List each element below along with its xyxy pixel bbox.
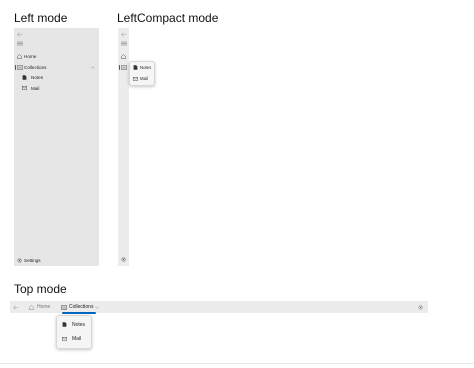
back-arrow-icon[interactable] (120, 30, 128, 38)
nav-item-collections[interactable]: Collections (14, 63, 99, 71)
collections-icon (60, 303, 67, 311)
top-nav-item-home[interactable]: Home (27, 301, 55, 313)
home-icon (16, 52, 23, 60)
nav-item-settings-label: Settings (24, 257, 41, 263)
collections-dropdown-menu: Notes Mail (56, 315, 92, 349)
selection-indicator (62, 312, 96, 314)
nav-item-collections-label: Collections (24, 64, 47, 70)
gear-icon[interactable] (120, 255, 128, 263)
flyout-item-notes-label: Notes (140, 65, 152, 70)
mail-icon (21, 84, 28, 92)
note-icon (61, 321, 68, 328)
collections-icon[interactable] (120, 63, 128, 71)
dropdown-item-mail[interactable]: Mail (57, 333, 91, 344)
gear-icon[interactable] (416, 303, 424, 311)
note-icon (21, 73, 28, 81)
dropdown-item-notes[interactable]: Notes (57, 319, 91, 330)
top-nav-item-home-label: Home (37, 304, 51, 311)
dropdown-item-notes-label: Notes (72, 321, 86, 328)
chevron-down-icon (94, 304, 100, 310)
left-mode-title: Left mode (14, 11, 68, 25)
gear-icon (16, 256, 23, 264)
nav-item-mail-label: Mail (31, 85, 40, 91)
hamburger-menu-icon[interactable] (120, 39, 128, 47)
nav-item-settings[interactable]: Settings (14, 256, 99, 264)
nav-item-home[interactable]: Home (14, 52, 99, 60)
nav-item-notes[interactable]: Notes (14, 73, 99, 81)
flyout-item-notes[interactable]: Notes (130, 63, 154, 72)
nav-item-home-label: Home (24, 53, 37, 59)
compact-navigation-pane (118, 28, 129, 266)
top-mode-title: Top mode (14, 282, 67, 296)
dropdown-item-mail-label: Mail (72, 335, 82, 342)
nav-item-notes-label: Notes (31, 74, 44, 80)
nav-item-mail[interactable]: Mail (14, 84, 99, 92)
back-arrow-icon[interactable] (16, 30, 24, 38)
note-icon (132, 64, 138, 71)
leftcompact-mode-title: LeftCompact mode (117, 11, 219, 25)
top-nav-item-collections-label: Collections (69, 304, 94, 311)
collections-icon (16, 63, 23, 71)
left-mode-navigation-pane: Home Collections Notes Mail Settings (14, 28, 99, 266)
hamburger-menu-icon[interactable] (16, 39, 24, 47)
flyout-item-mail-label: Mail (140, 76, 148, 81)
flyout-item-mail[interactable]: Mail (130, 74, 154, 83)
back-arrow-icon[interactable] (12, 303, 20, 311)
mail-icon (61, 335, 68, 342)
chevron-up-icon[interactable] (90, 64, 96, 70)
mail-icon (132, 75, 138, 82)
divider (0, 363, 474, 364)
collections-flyout-menu: Notes Mail (129, 61, 155, 86)
home-icon[interactable] (120, 52, 128, 60)
home-icon (28, 303, 35, 311)
